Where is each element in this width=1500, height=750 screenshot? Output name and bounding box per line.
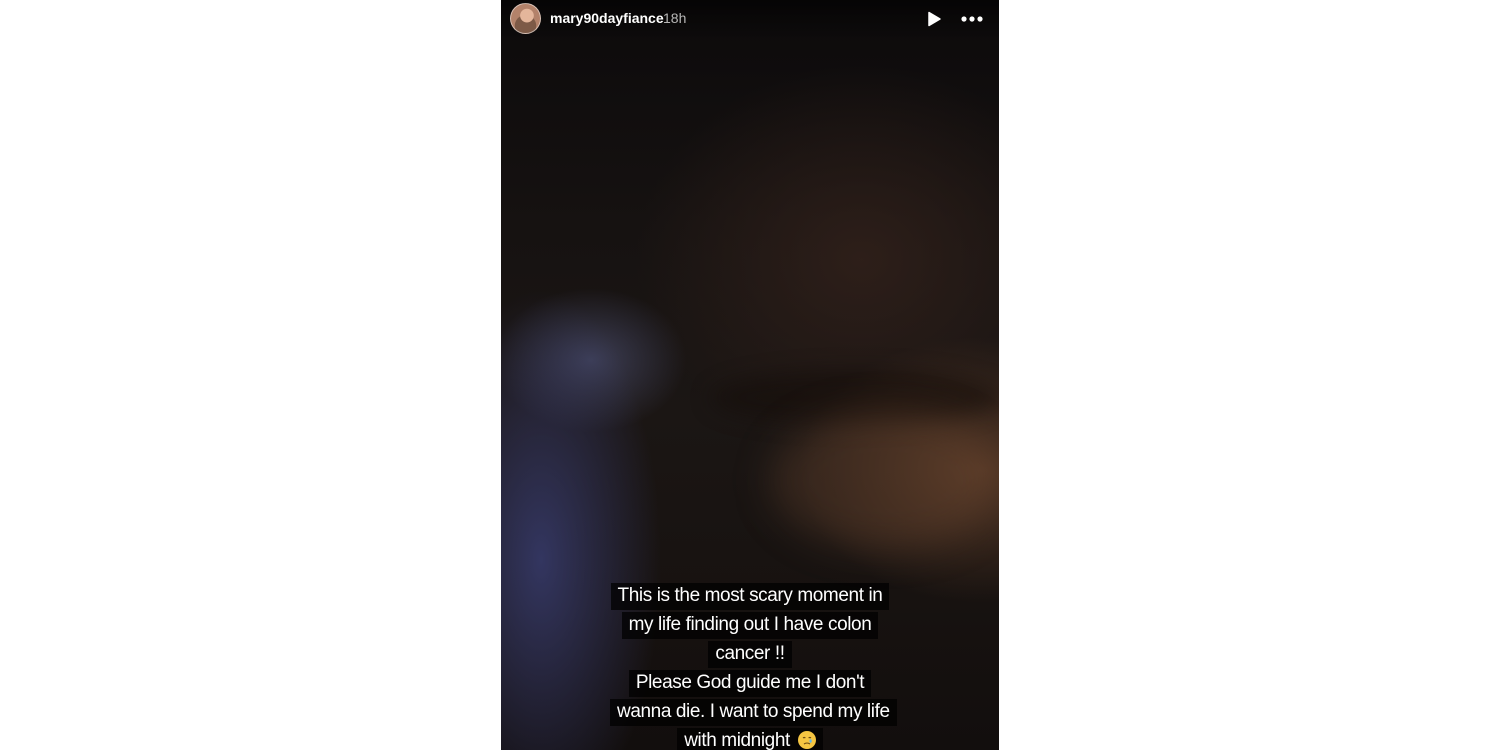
play-icon[interactable] [925,10,943,28]
story-caption-2: Please God guide me I don't wanna die. I… [501,668,999,750]
crying-face-emoji-icon [797,731,816,749]
caption-text: This is the most scary moment in my life… [610,583,890,668]
story-photo-detail [771,410,999,550]
caption-text-wrap: Please God guide me I don't wanna die. I… [610,670,897,750]
page: mary90dayfiance 18h This is the most sca… [0,0,1500,750]
story-username[interactable]: mary90dayfiance [550,10,664,26]
story-header: mary90dayfiance 18h [501,0,999,40]
caption-text: Please God guide me I don't wanna die. I… [617,672,890,750]
story-viewer[interactable]: mary90dayfiance 18h This is the most sca… [501,0,999,750]
profile-avatar[interactable] [510,3,541,34]
story-caption-1: This is the most scary moment in my life… [501,581,999,668]
story-timestamp: 18h [663,10,687,26]
more-options-icon[interactable] [959,10,985,28]
